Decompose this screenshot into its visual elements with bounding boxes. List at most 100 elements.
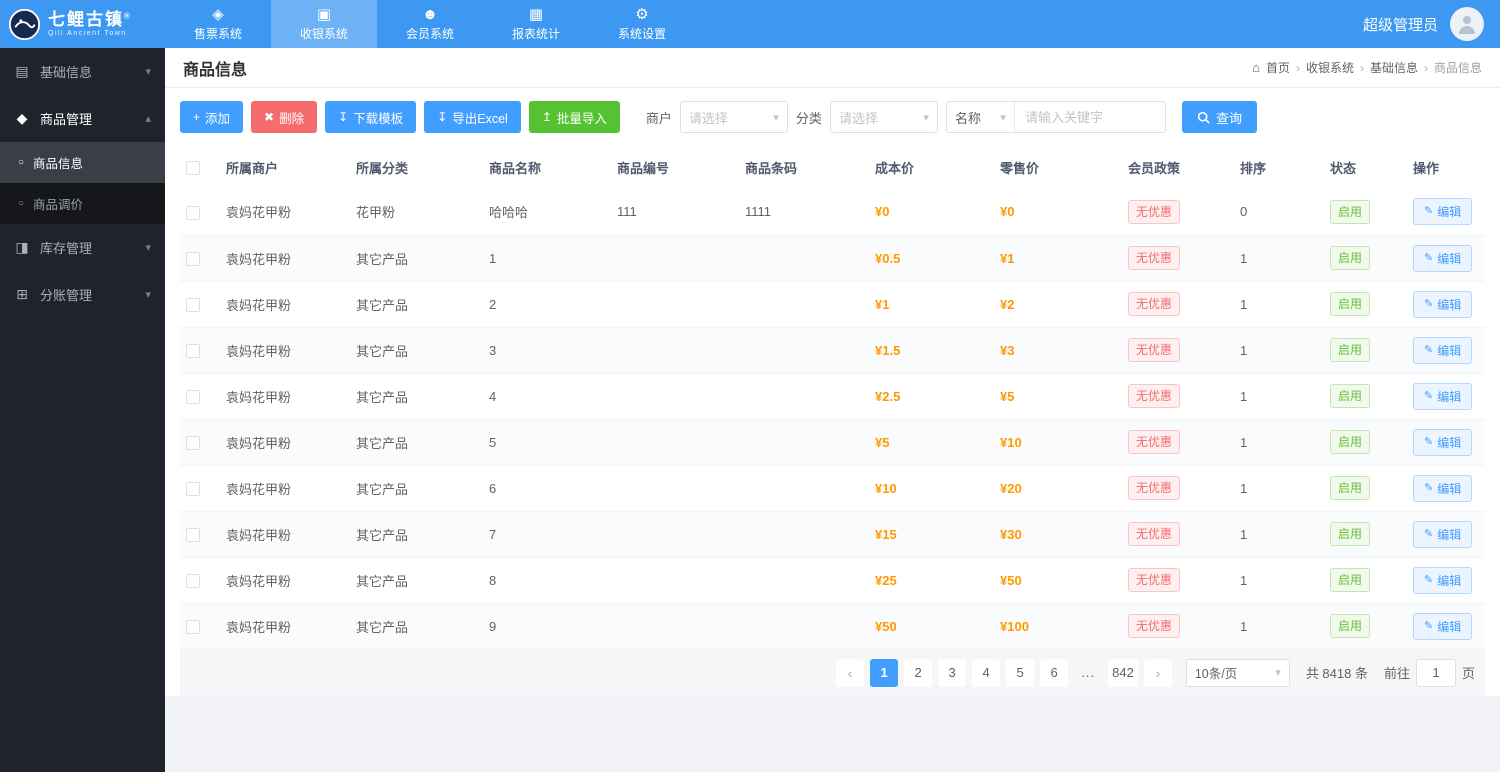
edit-button[interactable]: ✎ 编辑 (1413, 612, 1473, 640)
page-number-842[interactable]: 842 (1108, 658, 1138, 687)
chevron-icon: ▾ (145, 242, 151, 254)
cell-cost-price: ¥0.5 (869, 235, 994, 282)
row-checkbox[interactable] (186, 389, 200, 404)
sidebar-item-label: 基础信息 (40, 65, 93, 80)
product-icon: ◆ (16, 110, 28, 126)
prev-page-button[interactable]: ‹ (836, 658, 865, 687)
page-number-4[interactable]: 4 (972, 658, 1001, 687)
info-icon: ▤ (15, 63, 29, 79)
chevron-icon: ▾ (145, 66, 151, 78)
cell-cost-price: ¥2.5 (869, 373, 994, 420)
page-number-1[interactable]: 1 (870, 658, 899, 687)
row-checkbox[interactable] (186, 573, 200, 588)
edit-button[interactable]: ✎ 编辑 (1413, 474, 1473, 502)
user-name: 超级管理员 (1362, 16, 1438, 34)
cell-status: 启用 (1324, 189, 1407, 236)
row-checkbox[interactable] (186, 619, 200, 634)
status-badge: 启用 (1330, 430, 1371, 454)
cell-checkbox (180, 281, 220, 328)
cell-product-code (611, 511, 739, 558)
sidebar: ▤ 基础信息 ▾ ◆ 商品管理 ▴ ○ 商品信息 ○ 商品调价 ◨ 库存管理 ▾… (0, 48, 165, 772)
breadcrumb-item[interactable]: 首页 (1266, 59, 1290, 76)
goto-page: 前往 页 (1384, 658, 1475, 687)
nav-tab-会员系统[interactable]: ☻ 会员系统 (377, 0, 483, 48)
keyword-input[interactable] (1014, 102, 1165, 132)
row-checkbox[interactable] (186, 481, 200, 496)
page-number-3[interactable]: 3 (938, 658, 967, 687)
cell-product-code (611, 603, 739, 650)
goto-suffix: 页 (1461, 666, 1475, 681)
edit-button[interactable]: ✎ 编辑 (1413, 382, 1473, 410)
column-header-状态: 状态 (1330, 161, 1357, 176)
row-checkbox[interactable] (186, 343, 200, 358)
status-badge: 启用 (1330, 338, 1371, 362)
sidebar-subitem-商品调价[interactable]: ○ 商品调价 (0, 183, 165, 224)
button-label: 删除 (279, 111, 305, 126)
goto-page-input[interactable] (1415, 658, 1456, 687)
nav-tab-报表统计[interactable]: ▦ 报表统计 (483, 0, 589, 48)
sidebar-item-基础信息[interactable]: ▤ 基础信息 ▾ (0, 48, 165, 95)
sidebar-item-商品管理[interactable]: ◆ 商品管理 ▴ (0, 95, 165, 142)
sidebar-subitem-商品信息[interactable]: ○ 商品信息 (0, 142, 165, 183)
cell-merchant: 袁妈花甲粉 (220, 511, 350, 558)
cell-policy: 无优惠 (1122, 235, 1234, 282)
row-checkbox[interactable] (186, 205, 200, 220)
next-page-button[interactable]: › (1143, 658, 1172, 687)
row-checkbox[interactable] (186, 251, 200, 266)
delete-button[interactable]: ✖ 删除 (251, 101, 318, 133)
cell-product-name: 哈哈哈 (483, 189, 611, 236)
nav-tab-收银系统[interactable]: ▣ 收银系统 (271, 0, 377, 48)
page-number-6[interactable]: 6 (1040, 658, 1069, 687)
breadcrumb-item[interactable]: 基础信息 (1370, 59, 1418, 76)
edit-button[interactable]: ✎ 编辑 (1413, 336, 1473, 364)
row-checkbox[interactable] (186, 527, 200, 542)
download-icon: ↧ (437, 110, 448, 124)
edit-icon: ✎ (1424, 481, 1434, 494)
table-row: 袁妈花甲粉 花甲粉 哈哈哈 111 1111 ¥0 ¥0 无优惠 0 启用 ✎ … (180, 189, 1485, 236)
user-avatar[interactable] (1450, 7, 1484, 41)
cell-retail-price: ¥20 (994, 465, 1122, 512)
cell-merchant: 袁妈花甲粉 (220, 373, 350, 420)
nav-tab-售票系统[interactable]: ◈ 售票系统 (165, 0, 271, 48)
button-label: 下载模板 (353, 111, 404, 126)
edit-button-label: 编辑 (1437, 251, 1462, 266)
export-excel-button[interactable]: ↧ 导出Excel (424, 101, 521, 133)
sidebar-item-分账管理[interactable]: ⊞ 分账管理 ▾ (0, 271, 165, 318)
edit-button[interactable]: ✎ 编辑 (1413, 290, 1473, 318)
row-checkbox[interactable] (186, 435, 200, 450)
cell-checkbox (180, 511, 220, 558)
edit-button[interactable]: ✎ 编辑 (1413, 198, 1473, 226)
download-template-button[interactable]: ↧ 下载模板 (325, 101, 417, 133)
edit-icon: ✎ (1424, 389, 1434, 402)
merchant-select[interactable]: 请选择 ▾ (679, 101, 788, 133)
cell-retail-price: ¥5 (994, 373, 1122, 420)
trash-icon: ✖ (264, 110, 275, 124)
page-number-5[interactable]: 5 (1006, 658, 1035, 687)
edit-button[interactable]: ✎ 编辑 (1413, 566, 1473, 594)
category-select[interactable]: 请选择 ▾ (829, 101, 938, 133)
cell-retail-price: ¥10 (994, 419, 1122, 466)
search-button[interactable]: 查询 (1181, 101, 1257, 133)
row-checkbox[interactable] (186, 297, 200, 312)
breadcrumb-item[interactable]: 收银系统 (1306, 59, 1354, 76)
cell-barcode (739, 465, 869, 512)
cell-merchant: 袁妈花甲粉 (220, 465, 350, 512)
sidebar-item-库存管理[interactable]: ◨ 库存管理 ▾ (0, 224, 165, 271)
page-number-2[interactable]: 2 (904, 658, 933, 687)
page-size-select[interactable]: 10条/页 ▾ (1185, 658, 1290, 687)
field-select[interactable]: 名称 ▾ (947, 102, 1015, 132)
cell-cost-price: ¥25 (869, 557, 994, 604)
status-badge: 启用 (1330, 246, 1371, 270)
cell-cost-price: ¥15 (869, 511, 994, 558)
select-all-checkbox[interactable] (186, 161, 200, 176)
batch-import-button[interactable]: ↥ 批量导入 (528, 101, 620, 133)
edit-button[interactable]: ✎ 编辑 (1413, 428, 1473, 456)
sidebar-group: ⊞ 分账管理 ▾ (0, 271, 165, 318)
edit-button[interactable]: ✎ 编辑 (1413, 244, 1473, 272)
edit-icon: ✎ (1424, 619, 1434, 632)
column-header-操作: 操作 (1413, 161, 1440, 176)
titlebar: 商品信息 ⌂ 首页 › 收银系统 › 基础信息 › 商品信息 (165, 48, 1500, 88)
nav-tab-系统设置[interactable]: ⚙ 系统设置 (589, 0, 695, 48)
edit-button[interactable]: ✎ 编辑 (1413, 520, 1473, 548)
add-button[interactable]: + 添加 (180, 101, 244, 133)
